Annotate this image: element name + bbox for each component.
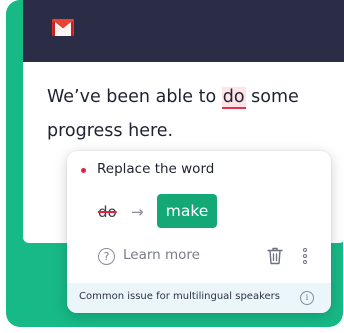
email-header [23, 0, 344, 62]
trash-icon[interactable] [267, 247, 283, 265]
arrow-right-icon: → [131, 203, 144, 221]
more-vertical-icon[interactable] [302, 247, 308, 265]
learn-more-link[interactable]: Learn more [123, 247, 200, 263]
info-icon[interactable]: i [300, 291, 314, 305]
original-word: do [98, 203, 117, 221]
gmail-icon [52, 19, 74, 36]
text-before: We’ve been able to [47, 87, 222, 107]
suggestion-title: Replace the word [97, 161, 215, 177]
issue-dot-icon [81, 168, 86, 173]
email-body-text: We’ve been able to do some progress here… [47, 80, 339, 148]
footer-note: Common issue for multilingual speakers [79, 291, 280, 302]
flagged-word[interactable]: do [221, 87, 246, 109]
question-icon[interactable]: ? [98, 248, 115, 265]
suggestion-footer: Common issue for multilingual speakers i [67, 283, 331, 313]
suggestion-card: Replace the word do → make ? Learn more … [67, 151, 331, 313]
accept-suggestion-button[interactable]: make [157, 194, 217, 228]
